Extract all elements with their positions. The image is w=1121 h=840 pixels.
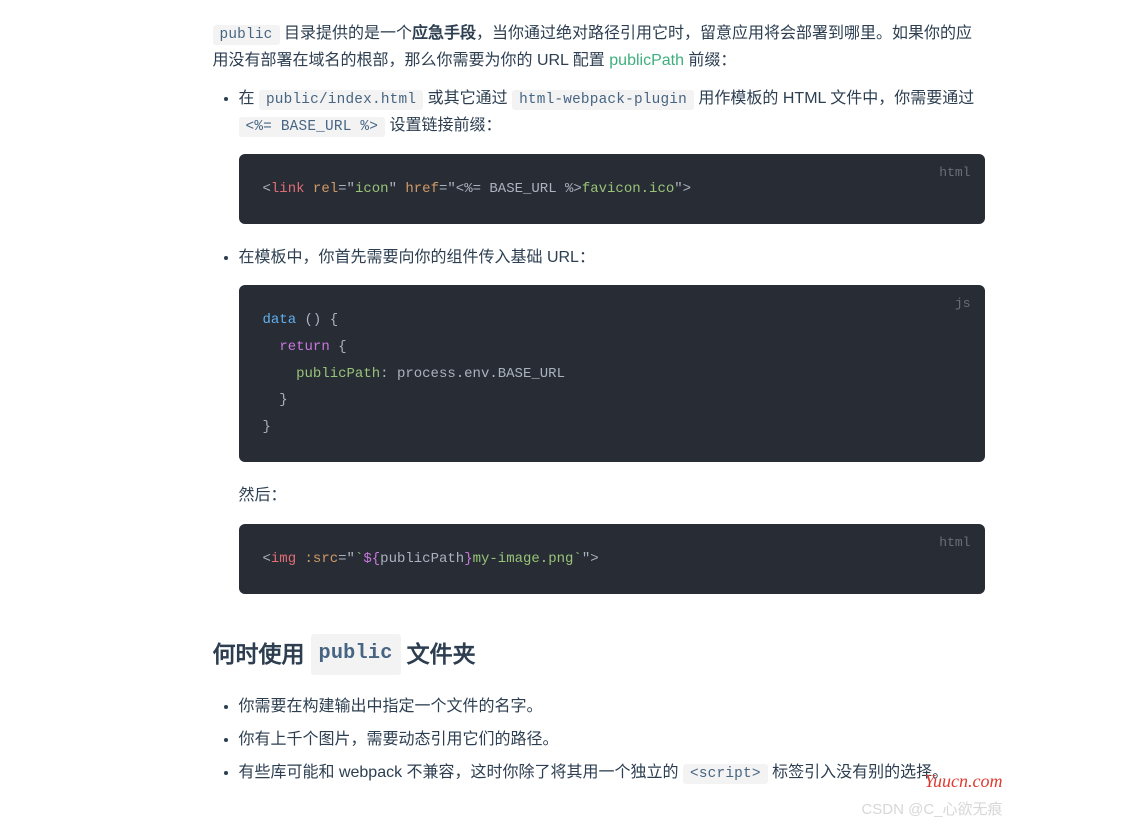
bold-escape: 应急手段: [412, 25, 476, 42]
code-public: public: [213, 25, 280, 45]
list-item: 在 public/index.html 或其它通过 html-webpack-p…: [239, 85, 985, 225]
codeblock-link-favicon: html <link rel="icon" href="<%= BASE_URL…: [239, 154, 985, 225]
code-html-webpack-plugin: html-webpack-plugin: [512, 90, 694, 110]
link-publicpath[interactable]: publicPath: [609, 52, 684, 69]
code-content[interactable]: data () { return { publicPath: process.e…: [239, 285, 985, 462]
when-public-list: 你需要在构建输出中指定一个文件的名字。 你有上千个图片，需要动态引用它们的路径。…: [213, 693, 985, 787]
code-public-h2: public: [311, 634, 401, 674]
code-lang-label: js: [955, 293, 971, 315]
watermark-yuucn: Yuucn.com: [925, 766, 1003, 797]
steps-list: 在 public/index.html 或其它通过 html-webpack-p…: [213, 85, 985, 595]
code-index-html: public/index.html: [259, 90, 423, 110]
watermark-csdn: CSDN @C_心欲无痕: [861, 797, 1002, 823]
codeblock-data-fn: js data () { return { publicPath: proces…: [239, 285, 985, 462]
list-item: 有些库可能和 webpack 不兼容，这时你除了将其用一个独立的 <script…: [239, 759, 985, 786]
list-item: 你需要在构建输出中指定一个文件的名字。: [239, 693, 985, 720]
codeblock-img-src: html <img :src="`${publicPath}my-image.p…: [239, 524, 985, 595]
list-item: 你有上千个图片，需要动态引用它们的路径。: [239, 726, 985, 753]
code-content[interactable]: <link rel="icon" href="<%= BASE_URL %>fa…: [239, 154, 985, 225]
list-item: 在模板中，你首先需要向你的组件传入基础 URL： js data () { re…: [239, 244, 985, 594]
then-text: 然后：: [239, 482, 985, 509]
code-script-tag: <script>: [683, 764, 768, 784]
code-content[interactable]: <img :src="`${publicPath}my-image.png`">: [239, 524, 985, 595]
article-body: public 目录提供的是一个应急手段，当你通过绝对路径引用它时，留意应用将会部…: [101, 0, 1021, 840]
code-base-url-erb: <%= BASE_URL %>: [239, 117, 386, 137]
section-when-public: 何时使用 public 文件夹: [213, 634, 985, 674]
code-lang-label: html: [939, 162, 970, 184]
intro-paragraph: public 目录提供的是一个应急手段，当你通过绝对路径引用它时，留意应用将会部…: [213, 20, 985, 75]
code-lang-label: html: [939, 532, 970, 554]
